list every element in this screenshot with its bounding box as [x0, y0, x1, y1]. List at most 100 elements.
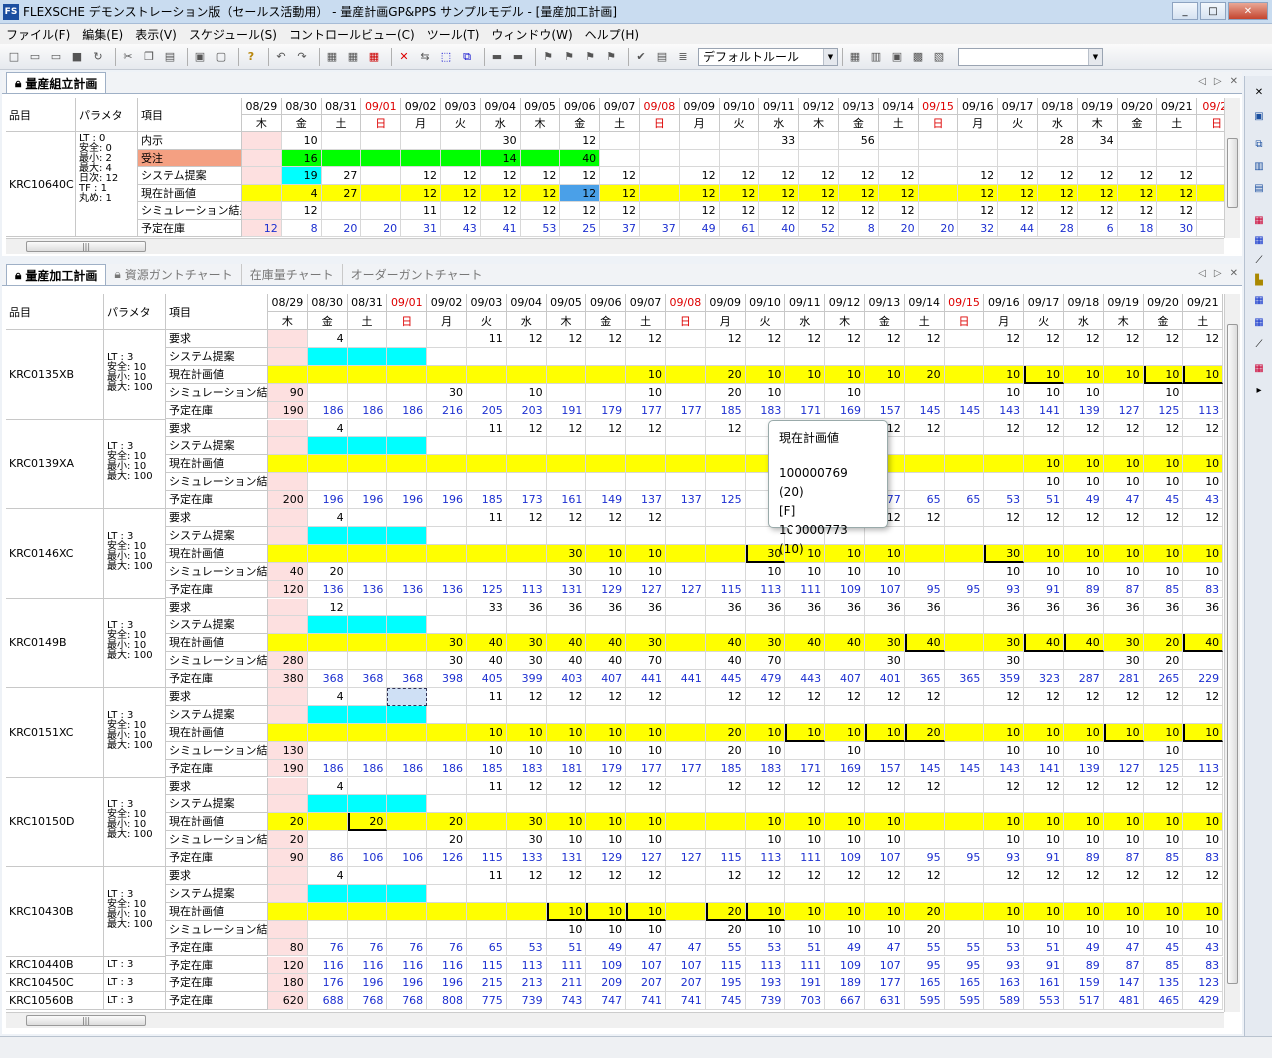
- grid-cell[interactable]: [307, 902, 348, 921]
- grid-cell[interactable]: [666, 777, 706, 796]
- grid-cell[interactable]: [679, 132, 720, 150]
- grid-cell[interactable]: 12: [1077, 184, 1118, 202]
- grid-cell[interactable]: [799, 149, 839, 167]
- grid-cell[interactable]: [307, 652, 348, 671]
- grid-cell[interactable]: 37: [600, 219, 640, 237]
- grid-cell[interactable]: 89: [1064, 580, 1104, 599]
- tab-prev-icon[interactable]: ◁: [1198, 268, 1206, 279]
- grid-cell[interactable]: [546, 705, 587, 724]
- tab-next-icon[interactable]: ▷: [1214, 268, 1222, 279]
- grid-cell[interactable]: [307, 616, 348, 635]
- flag-4-icon[interactable]: ⚑: [603, 49, 619, 65]
- grid-cell[interactable]: 36: [1103, 598, 1144, 617]
- grid-cell[interactable]: 12: [1103, 688, 1144, 706]
- grid-cell[interactable]: 127: [666, 580, 706, 599]
- menu-schedule[interactable]: スケジュール(S): [189, 26, 277, 43]
- grid-cell[interactable]: 205: [467, 401, 507, 420]
- grid-cell[interactable]: [865, 741, 905, 760]
- grid-cell[interactable]: 37: [640, 219, 680, 237]
- grid-cell[interactable]: 745: [705, 992, 746, 1011]
- grid-cell[interactable]: [387, 867, 428, 885]
- grid-cell[interactable]: [825, 705, 865, 724]
- grid-cell[interactable]: [268, 437, 308, 456]
- grid-cell[interactable]: [467, 455, 507, 474]
- grid-cell[interactable]: 131: [546, 849, 587, 867]
- grid-cell[interactable]: 51: [1024, 491, 1064, 509]
- grid-cell[interactable]: 145: [904, 401, 945, 420]
- grid-cell[interactable]: [719, 149, 760, 167]
- grid-cell[interactable]: 12: [759, 202, 800, 220]
- grid-cell[interactable]: [666, 723, 706, 742]
- grid-cell[interactable]: 111: [785, 849, 826, 867]
- print-icon[interactable]: ▣: [192, 49, 208, 65]
- grid-cell[interactable]: 65: [944, 491, 985, 509]
- grid-cell[interactable]: [347, 920, 388, 939]
- grid-cell[interactable]: 12: [825, 688, 865, 706]
- grid-cell[interactable]: 688: [307, 992, 348, 1011]
- grid-cell[interactable]: 33: [467, 598, 507, 617]
- grid-cell[interactable]: 45: [1143, 938, 1184, 957]
- grid-cell[interactable]: [904, 437, 945, 456]
- tab-inventory-chart[interactable]: 在庫量チャート: [242, 264, 343, 285]
- grid-cell[interactable]: [640, 202, 680, 220]
- grid-cell[interactable]: [785, 616, 826, 635]
- grid-cell[interactable]: 36: [626, 598, 666, 617]
- grid-cell[interactable]: [427, 365, 467, 384]
- grid-cell[interactable]: [387, 884, 428, 903]
- grid-cell[interactable]: [1103, 795, 1144, 814]
- grid-cell[interactable]: 159: [1064, 974, 1104, 993]
- grid-cell[interactable]: 30: [984, 652, 1025, 671]
- grid-cell[interactable]: 28: [1038, 219, 1078, 237]
- grid-cell[interactable]: 12: [1024, 777, 1064, 796]
- menu-file[interactable]: ファイル(F): [6, 26, 70, 43]
- grid-cell[interactable]: 186: [427, 759, 467, 778]
- grid-cell[interactable]: 113: [506, 580, 547, 599]
- grid-cell[interactable]: 10: [626, 813, 666, 832]
- grid-cell[interactable]: 49: [1064, 491, 1104, 509]
- grid-cell[interactable]: [1143, 437, 1184, 456]
- grid-cell[interactable]: 10: [984, 902, 1025, 921]
- grid-cell[interactable]: [347, 741, 388, 760]
- grid-cell[interactable]: 43: [441, 219, 481, 237]
- grid-cell[interactable]: [427, 884, 467, 903]
- resource-icon[interactable]: ▩: [910, 49, 926, 65]
- grid-cell[interactable]: [1064, 652, 1104, 671]
- grid-cell[interactable]: [347, 455, 388, 474]
- grid-cell[interactable]: 129: [586, 580, 627, 599]
- grid-cell[interactable]: [387, 920, 428, 939]
- grid-cell[interactable]: 27: [321, 184, 362, 202]
- grid-cell[interactable]: 631: [865, 992, 905, 1011]
- grid-cell[interactable]: 10: [1024, 920, 1064, 939]
- grid-cell[interactable]: 10: [1064, 544, 1104, 563]
- grid-cell[interactable]: 10: [1064, 813, 1104, 832]
- grid-cell[interactable]: 177: [666, 759, 706, 778]
- grid-cell[interactable]: 136: [387, 580, 428, 599]
- grid-cell[interactable]: 11: [467, 867, 507, 885]
- work-icon[interactable]: ▦: [1252, 362, 1266, 374]
- grid-cell[interactable]: [242, 149, 282, 167]
- grid-cell[interactable]: [825, 347, 865, 366]
- grid-cell[interactable]: 90: [268, 383, 308, 402]
- grid-cell[interactable]: 163: [984, 974, 1025, 993]
- grid-cell[interactable]: 12: [958, 167, 999, 185]
- grid-cell[interactable]: 30: [1103, 652, 1144, 671]
- grid-cell[interactable]: 30: [745, 634, 786, 653]
- grid-cell[interactable]: 10: [1183, 723, 1224, 742]
- grid-cell[interactable]: 10: [467, 741, 507, 760]
- grid-cell[interactable]: [984, 616, 1025, 635]
- grid-cell[interactable]: 12: [441, 167, 481, 185]
- rule-combo[interactable]: デフォルトルール ▼: [698, 47, 838, 66]
- grid-cell[interactable]: 147: [1103, 974, 1144, 993]
- align-right-icon[interactable]: ▬: [510, 49, 526, 65]
- grid-cell[interactable]: [546, 795, 587, 814]
- grid-cell[interactable]: 12: [1024, 419, 1064, 438]
- grid-cell[interactable]: 595: [944, 992, 985, 1011]
- grid-cell[interactable]: [506, 920, 547, 939]
- grid-cell[interactable]: 61: [719, 219, 760, 237]
- top-vertical-scrollbar[interactable]: [1224, 98, 1240, 238]
- grid-cell[interactable]: [918, 132, 959, 150]
- grid-cell[interactable]: [998, 149, 1038, 167]
- grid-cell[interactable]: 12: [1024, 509, 1064, 527]
- grid-cell[interactable]: 667: [825, 992, 865, 1011]
- grid-cell[interactable]: 12: [679, 184, 720, 202]
